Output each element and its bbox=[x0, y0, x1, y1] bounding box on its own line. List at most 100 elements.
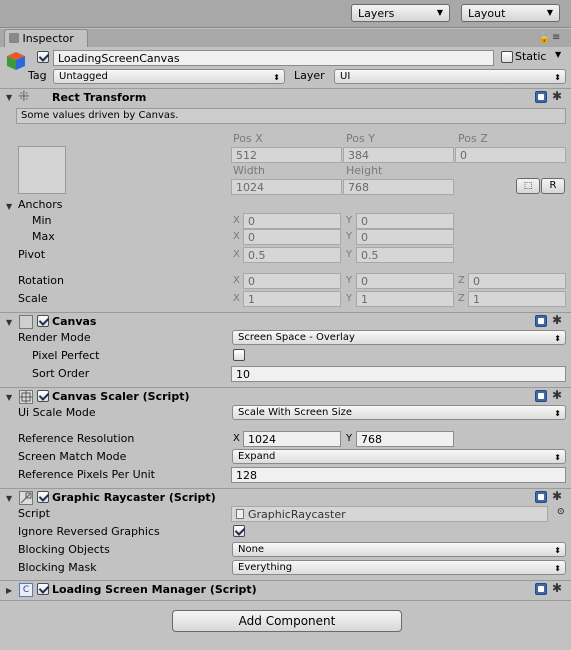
active-checkbox[interactable] bbox=[37, 51, 49, 63]
blocking-mask-value: Everything bbox=[238, 562, 293, 573]
tab-inspector[interactable]: Inspector bbox=[4, 29, 88, 47]
rotation-x: 0 bbox=[243, 273, 341, 289]
chevron-down-icon: ▼ bbox=[546, 8, 553, 17]
object-name-field[interactable]: LoadingScreenCanvas bbox=[53, 50, 494, 66]
add-component-button[interactable]: Add Component bbox=[172, 610, 402, 632]
render-mode-value: Screen Space - Overlay bbox=[238, 332, 355, 343]
help-icon[interactable] bbox=[535, 491, 547, 503]
y-label: Y bbox=[346, 215, 353, 226]
anchor-preset-box[interactable] bbox=[18, 146, 66, 194]
expand-triangle-icon[interactable]: ▼ bbox=[6, 494, 12, 503]
ignore-reversed-checkbox[interactable] bbox=[233, 525, 245, 537]
component-title: Canvas bbox=[52, 315, 97, 328]
layout-label: Layout bbox=[468, 7, 506, 20]
y-label: Y bbox=[346, 275, 353, 286]
x-label: X bbox=[233, 433, 240, 444]
screen-match-mode-label: Screen Match Mode bbox=[18, 450, 127, 463]
help-icon[interactable] bbox=[535, 583, 547, 595]
scale-y: 1 bbox=[356, 291, 454, 307]
help-icon[interactable] bbox=[535, 315, 547, 327]
reference-ppu-field[interactable]: 128 bbox=[231, 467, 566, 483]
gear-icon[interactable]: ✱ bbox=[552, 582, 562, 594]
max-label: Max bbox=[32, 230, 55, 243]
object-picker-icon[interactable]: ⊙ bbox=[557, 507, 565, 517]
updown-icon: ⬍ bbox=[273, 73, 280, 82]
pos-z-label: Pos Z bbox=[458, 132, 488, 145]
reference-resolution-x[interactable]: 1024 bbox=[243, 431, 341, 447]
updown-icon: ⬍ bbox=[554, 564, 561, 573]
expand-triangle-icon[interactable]: ▼ bbox=[6, 393, 12, 402]
anchor-min-y: 0 bbox=[356, 213, 454, 229]
scale-z: 1 bbox=[468, 291, 566, 307]
gear-icon[interactable]: ✱ bbox=[552, 389, 562, 401]
menu-icon[interactable]: ≡ bbox=[552, 32, 560, 43]
x-label: X bbox=[233, 215, 240, 226]
pos-x-field: 512 bbox=[231, 147, 342, 163]
static-checkbox[interactable] bbox=[501, 51, 513, 63]
blocking-mask-label: Blocking Mask bbox=[18, 561, 97, 574]
expand-triangle-icon[interactable]: ▼ bbox=[6, 318, 12, 327]
static-label: Static bbox=[515, 50, 547, 63]
anchor-min-x: 0 bbox=[243, 213, 341, 229]
x-label: X bbox=[233, 275, 240, 286]
scale-label: Scale bbox=[18, 292, 48, 305]
pixel-perfect-checkbox[interactable] bbox=[233, 349, 245, 361]
rect-transform-icon: ⁜ bbox=[18, 89, 30, 105]
component-title: Canvas Scaler (Script) bbox=[52, 390, 190, 403]
gameobject-cube-icon bbox=[5, 50, 27, 72]
chevron-down-icon[interactable]: ▼ bbox=[555, 50, 561, 59]
gear-icon[interactable]: ✱ bbox=[552, 314, 562, 326]
pivot-label: Pivot bbox=[18, 248, 46, 261]
collapsed-triangle-icon[interactable]: ▶ bbox=[6, 586, 12, 595]
updown-icon: ⬍ bbox=[554, 409, 561, 418]
x-label: X bbox=[233, 293, 240, 304]
blocking-objects-dropdown[interactable]: None ⬍ bbox=[232, 542, 566, 557]
reference-resolution-label: Reference Resolution bbox=[18, 432, 135, 445]
blueprint-mode-icon[interactable]: ⬚ bbox=[516, 178, 540, 194]
z-label: Z bbox=[458, 293, 465, 304]
canvas-scaler-icon bbox=[19, 390, 33, 404]
gear-icon[interactable]: ✱ bbox=[552, 90, 562, 102]
script-component-icon: C bbox=[19, 583, 33, 597]
expand-triangle-icon[interactable]: ▼ bbox=[6, 202, 12, 211]
ignore-reversed-label: Ignore Reversed Graphics bbox=[18, 525, 160, 538]
canvas-enabled-checkbox[interactable] bbox=[37, 315, 49, 327]
z-label: Z bbox=[458, 275, 465, 286]
y-label: Y bbox=[346, 433, 353, 444]
height-label: Height bbox=[346, 164, 383, 177]
help-icon[interactable] bbox=[535, 91, 547, 103]
reference-ppu-label: Reference Pixels Per Unit bbox=[18, 468, 155, 481]
pos-z-field: 0 bbox=[455, 147, 566, 163]
raycaster-enabled-checkbox[interactable] bbox=[37, 491, 49, 503]
rotation-y: 0 bbox=[356, 273, 454, 289]
layers-dropdown[interactable]: Layers ▼ bbox=[351, 4, 450, 22]
driven-note: Some values driven by Canvas. bbox=[16, 108, 566, 124]
screen-match-mode-dropdown[interactable]: Expand ⬍ bbox=[232, 449, 566, 464]
raw-edit-button[interactable]: R bbox=[541, 178, 565, 194]
layout-dropdown[interactable]: Layout ▼ bbox=[461, 4, 560, 22]
sort-order-field[interactable]: 10 bbox=[231, 366, 566, 382]
gear-icon[interactable]: ✱ bbox=[552, 490, 562, 502]
reference-resolution-y[interactable]: 768 bbox=[356, 431, 454, 447]
pivot-y: 0.5 bbox=[356, 247, 454, 263]
y-label: Y bbox=[346, 231, 353, 242]
lock-icon[interactable]: 🔒 bbox=[538, 33, 550, 44]
anchor-max-x: 0 bbox=[243, 229, 341, 245]
ui-scale-mode-dropdown[interactable]: Scale With Screen Size ⬍ bbox=[232, 405, 566, 420]
ui-scale-mode-value: Scale With Screen Size bbox=[238, 407, 353, 418]
pos-y-label: Pos Y bbox=[346, 132, 375, 145]
expand-triangle-icon[interactable]: ▼ bbox=[6, 93, 12, 102]
blocking-mask-dropdown[interactable]: Everything ⬍ bbox=[232, 560, 566, 575]
pixel-perfect-label: Pixel Perfect bbox=[32, 349, 100, 362]
ui-scale-mode-label: Ui Scale Mode bbox=[18, 406, 96, 419]
scaler-enabled-checkbox[interactable] bbox=[37, 390, 49, 402]
manager-enabled-checkbox[interactable] bbox=[37, 583, 49, 595]
chevron-down-icon: ▼ bbox=[436, 8, 443, 17]
x-label: X bbox=[233, 231, 240, 242]
script-value: GraphicRaycaster bbox=[248, 508, 346, 521]
tag-dropdown[interactable]: Untagged ⬍ bbox=[53, 69, 285, 84]
render-mode-dropdown[interactable]: Screen Space - Overlay ⬍ bbox=[232, 330, 566, 345]
layer-dropdown[interactable]: UI ⬍ bbox=[334, 69, 566, 84]
help-icon[interactable] bbox=[535, 390, 547, 402]
tab-label: Inspector bbox=[22, 32, 74, 45]
